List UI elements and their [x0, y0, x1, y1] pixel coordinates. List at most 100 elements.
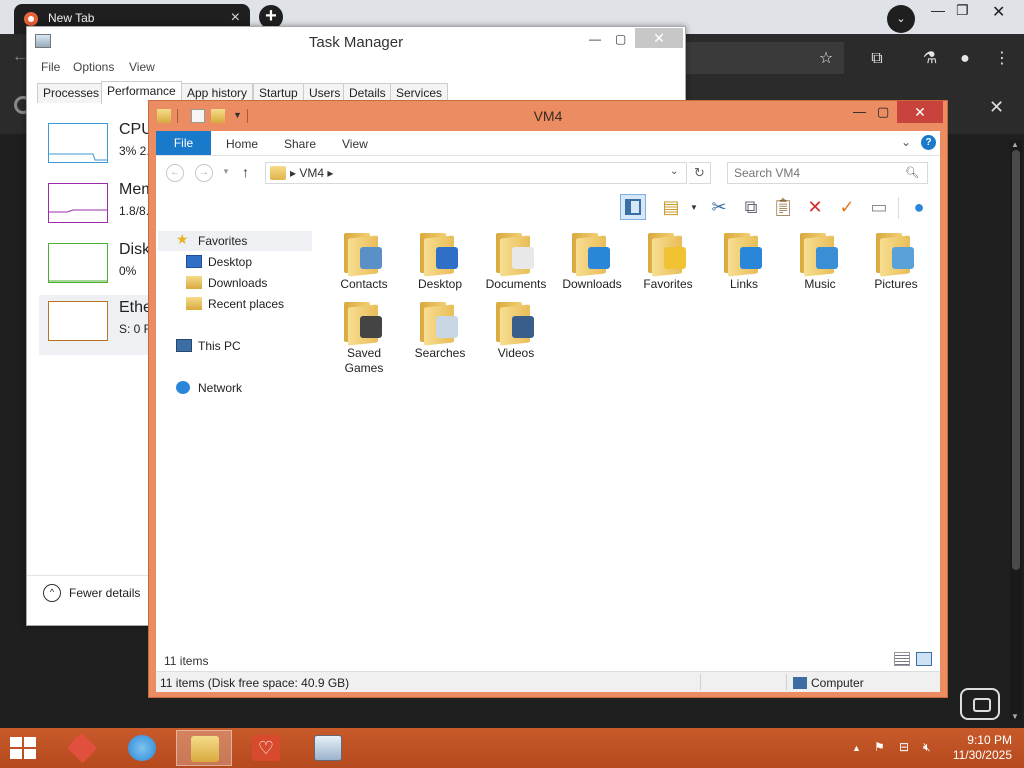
folder-icon: [724, 233, 764, 277]
recent-locations-icon[interactable]: ▼: [222, 167, 230, 176]
ribbon-home-tab[interactable]: Home: [226, 137, 258, 151]
labs-icon[interactable]: ⚗: [919, 48, 941, 70]
nav-this-pc[interactable]: This PC: [176, 336, 296, 356]
file-item[interactable]: Searches: [402, 300, 478, 364]
explorer-titlebar[interactable]: ▼ VM4 — ▢ ✕: [149, 101, 947, 131]
file-item[interactable]: Saved Games: [326, 300, 402, 375]
app-1-icon: [66, 732, 98, 764]
nav-network[interactable]: Network: [176, 378, 296, 398]
details-view-icon[interactable]: [894, 652, 910, 666]
clock[interactable]: 9:10 PM 11/30/2025: [948, 733, 1012, 763]
ie-icon: [128, 735, 156, 761]
back-icon[interactable]: ←: [166, 164, 184, 182]
ex-close-button[interactable]: ✕: [897, 101, 943, 123]
tm-maximize-icon[interactable]: ▢: [615, 32, 626, 46]
folder-icon: [420, 302, 460, 346]
tab-search-button[interactable]: ⌄: [887, 5, 915, 33]
tm-menu-file[interactable]: File: [41, 60, 60, 74]
tray-chevron-up-icon[interactable]: ▲: [852, 743, 861, 753]
action-center-icon[interactable]: ⚑: [874, 740, 885, 754]
large-icons-view-icon[interactable]: [916, 652, 932, 666]
tm-menu-view[interactable]: View: [129, 60, 155, 74]
file-item-name: Saved Games: [344, 346, 384, 375]
taskbar-health[interactable]: ♡: [238, 730, 294, 766]
perf-item-cpu[interactable]: CPU 3% 2.: [39, 117, 159, 177]
perf-item-memory[interactable]: Mem 1.8/8.: [39, 177, 159, 237]
ribbon-file-tab[interactable]: File: [156, 131, 211, 155]
scroll-down-icon[interactable]: ▼: [1011, 712, 1019, 721]
address-breadcrumb[interactable]: ▸ VM4 ▸: [290, 166, 333, 180]
ribbon-expand-icon[interactable]: ⌄: [901, 135, 911, 149]
file-item[interactable]: Favorites: [630, 231, 706, 295]
tab-processes[interactable]: Processes: [37, 83, 106, 103]
preview-pane-icon[interactable]: [620, 194, 646, 220]
file-item[interactable]: Contacts: [326, 231, 402, 295]
address-bar[interactable]: ▸ VM4 ▸ ⌄: [265, 162, 687, 184]
file-item[interactable]: Downloads: [554, 231, 630, 295]
extensions-icon[interactable]: ⧉: [866, 48, 888, 70]
bookmark-star-icon[interactable]: ☆: [815, 48, 837, 70]
taskbar-app-1[interactable]: [54, 730, 110, 766]
forward-icon[interactable]: →: [195, 164, 213, 182]
perf-item-disk[interactable]: Disk 0%: [39, 237, 159, 297]
refresh-icon[interactable]: ↻: [689, 162, 711, 184]
copy-icon[interactable]: ⧉: [738, 194, 764, 220]
ex-minimize-icon[interactable]: —: [853, 104, 866, 119]
properties-balloon-icon[interactable]: ●: [906, 194, 932, 220]
info-close-icon[interactable]: ✕: [989, 97, 1004, 118]
file-item[interactable]: Videos: [478, 300, 554, 364]
ribbon-view-tab[interactable]: View: [342, 137, 368, 151]
scroll-thumb[interactable]: [1012, 150, 1020, 570]
address-dropdown-icon[interactable]: ⌄: [670, 166, 678, 177]
search-box[interactable]: 🔍︎: [727, 162, 928, 184]
network-tray-icon[interactable]: ⊟: [899, 740, 909, 754]
file-item[interactable]: Documents: [478, 231, 554, 295]
taskbar-ie[interactable]: [114, 730, 170, 766]
chat-icon[interactable]: [960, 688, 1000, 720]
memory-graph: [48, 183, 108, 223]
explorer-window: ▼ VM4 — ▢ ✕ File Home Share View ⌄ ? ← →…: [148, 100, 948, 698]
rename-icon[interactable]: ▭: [866, 194, 892, 220]
help-icon[interactable]: ?: [921, 135, 936, 150]
menu-icon[interactable]: ⋮: [991, 48, 1013, 70]
tab-close-icon[interactable]: ×: [231, 9, 240, 27]
browser-minimize-icon[interactable]: —: [931, 2, 945, 18]
file-item[interactable]: Pictures: [858, 231, 934, 295]
select-dropdown-icon[interactable]: ▼: [690, 203, 698, 212]
search-input[interactable]: [728, 163, 898, 183]
toolbar: ▤ ▼ ✂ ⧉ 📋︎ ✕ ✓ ▭ ●: [156, 191, 940, 223]
taskbar-task-manager[interactable]: [300, 730, 356, 766]
up-icon[interactable]: ↑: [242, 164, 249, 180]
tm-minimize-icon[interactable]: —: [589, 32, 601, 46]
task-manager-titlebar[interactable]: Task Manager — ▢ ✕: [27, 27, 685, 55]
file-item[interactable]: Desktop: [402, 231, 478, 295]
explorer-title: VM4: [533, 108, 563, 124]
nav-downloads[interactable]: Downloads: [186, 273, 306, 293]
ribbon-share-tab[interactable]: Share: [284, 137, 316, 151]
file-item[interactable]: Links: [706, 231, 782, 295]
start-button[interactable]: [10, 737, 38, 761]
ex-maximize-icon[interactable]: ▢: [877, 104, 889, 120]
folder-icon: [876, 233, 916, 277]
file-list: Contacts Desktop Documents Downloads Favorit…: [326, 231, 936, 411]
scroll-up-icon[interactable]: ▲: [1011, 140, 1019, 149]
nav-desktop[interactable]: Desktop: [186, 252, 306, 272]
cut-icon[interactable]: ✂: [706, 194, 732, 220]
music-badge-icon: [816, 247, 838, 269]
tm-menu-options[interactable]: Options: [73, 60, 114, 74]
tm-close-button[interactable]: ✕: [635, 28, 683, 48]
browser-close-icon[interactable]: ✕: [992, 2, 1005, 22]
volume-muted-icon[interactable]: 🔇︎: [923, 740, 931, 755]
taskbar-file-explorer[interactable]: [176, 730, 232, 766]
profile-icon[interactable]: ●: [954, 48, 976, 70]
nav-favorites[interactable]: ★ Favorites: [158, 231, 312, 251]
select-icon[interactable]: ▤: [658, 194, 684, 220]
delete-icon[interactable]: ✕: [802, 194, 828, 220]
check-icon[interactable]: ✓: [834, 194, 860, 220]
nav-recent-places[interactable]: Recent places: [186, 294, 306, 314]
file-item-name: Music: [804, 277, 836, 291]
perf-item-ethernet[interactable]: Ethe S: 0 R: [39, 295, 159, 355]
file-item[interactable]: Music: [782, 231, 858, 295]
paste-icon[interactable]: 📋︎: [770, 194, 796, 220]
browser-maximize-icon[interactable]: ❐: [956, 2, 969, 19]
